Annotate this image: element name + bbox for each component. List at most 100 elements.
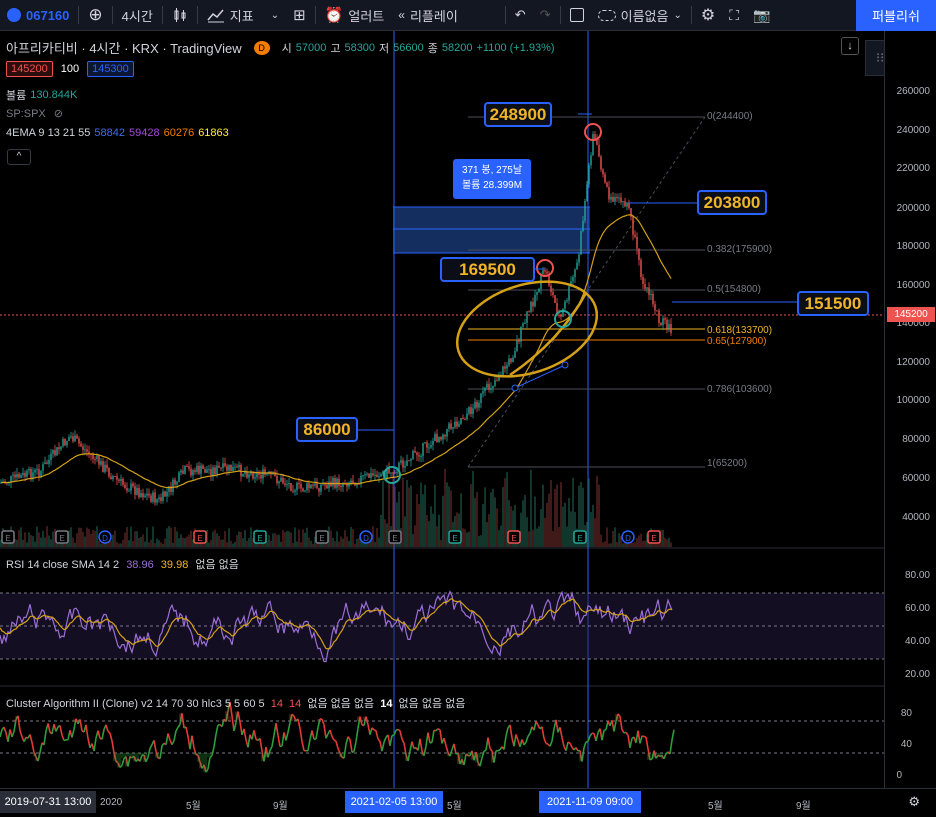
candle-body: [586, 184, 588, 201]
symbol-search[interactable]: 067160: [0, 0, 76, 31]
cluster-segment: [373, 729, 377, 732]
ema-value-2: 59428: [129, 127, 160, 139]
price-callout-169500[interactable]: 169500: [440, 257, 535, 282]
publish-button[interactable]: 퍼블리쉬: [856, 0, 936, 31]
candle-body: [620, 197, 622, 203]
volume-bar: [124, 532, 126, 547]
cluster-segment: [259, 738, 263, 751]
redo-button[interactable]: ↷: [533, 0, 558, 31]
rsi-legend[interactable]: RSI 14 close SMA 14 2 38.96 39.98 없음 없음: [6, 556, 239, 572]
dividend-marker[interactable]: D: [359, 530, 373, 544]
callout-connectors[interactable]: [358, 113, 797, 431]
fullscreen-button[interactable]: ⛶: [722, 0, 746, 31]
volume-bar: [526, 517, 528, 547]
alert-button[interactable]: ⏰ 얼러트: [318, 0, 392, 31]
date-price-range-box[interactable]: [393, 206, 590, 254]
volume-legend[interactable]: 볼륨 130.844K: [6, 87, 77, 103]
candle-body: [640, 259, 642, 278]
earnings-marker[interactable]: E: [388, 530, 402, 544]
rsi-tick: 20.00: [904, 669, 930, 680]
volume-bar: [278, 534, 280, 547]
compare-legend[interactable]: SP:SPX ⊘: [6, 107, 63, 121]
candle-body: [304, 490, 306, 492]
eye-hidden-icon[interactable]: ⊘: [54, 107, 63, 120]
price-tick: 220000: [896, 163, 930, 174]
candle-body: [198, 465, 200, 474]
price-callout-248900[interactable]: 248900: [484, 102, 552, 127]
price-scale[interactable]: 260000 240000 220000 200000 180000 16000…: [884, 31, 936, 788]
candle-body: [466, 413, 468, 420]
cluster-segment: [347, 736, 351, 741]
bid-ask: 145200 100 145300: [6, 61, 134, 77]
trend-handle[interactable]: [511, 384, 519, 392]
volume-bar: [190, 530, 192, 547]
volume-bar: [544, 517, 546, 547]
volume-bar: [48, 535, 50, 547]
bid-price[interactable]: 145200: [6, 61, 53, 77]
volume-bar: [590, 512, 592, 547]
candle-body: [496, 380, 498, 382]
camera-icon: 📷: [753, 6, 771, 23]
snapshot-button[interactable]: 📷: [746, 0, 777, 31]
volume-bar: [232, 543, 234, 547]
candle-body: [266, 473, 268, 475]
chart-type-button[interactable]: [165, 0, 195, 31]
earnings-marker[interactable]: E: [253, 530, 267, 544]
rsi-tick: 80.00: [904, 570, 930, 581]
indicators-button[interactable]: 지표 ⌄: [200, 0, 286, 31]
earnings-marker[interactable]: E: [1, 530, 15, 544]
ema-legend[interactable]: 4EMA 9 13 21 55 58842 59428 60276 61863: [6, 127, 229, 139]
candle-body: [392, 472, 394, 474]
candle-body: [462, 417, 464, 420]
range-info-box[interactable]: 371 봉, 275날 볼륨 28.399M: [453, 159, 531, 199]
time-scale[interactable]: 2019-07-31 13:00 2020 5월 9월 2021-02-05 1…: [0, 788, 936, 817]
chart-canvas[interactable]: E E D E E E D E E E E D E: [0, 31, 884, 788]
undo-button[interactable]: ↶: [508, 0, 533, 31]
earnings-marker[interactable]: E: [448, 530, 462, 544]
candle-body: [136, 487, 138, 495]
price-callout-203800[interactable]: 203800: [697, 190, 767, 215]
earnings-marker[interactable]: E: [507, 530, 521, 544]
cluster-segment: [267, 750, 271, 758]
dividend-marker[interactable]: D: [621, 530, 635, 544]
layout-name-button[interactable]: 이름없음 ⌄: [591, 0, 689, 31]
cluster-tick: 0: [896, 770, 902, 781]
candle-body: [546, 271, 548, 274]
trend-handle[interactable]: [561, 361, 569, 369]
price-tick: 100000: [896, 395, 930, 406]
fullscreen-layout-button[interactable]: [563, 0, 591, 31]
price-callout-86000[interactable]: 86000: [296, 417, 358, 442]
candle-body: [238, 464, 240, 468]
ask-price[interactable]: 145300: [87, 61, 134, 77]
volume-bar: [150, 539, 152, 547]
candle-body: [530, 301, 532, 312]
candle-body: [440, 436, 442, 440]
interval-button[interactable]: 4시간: [115, 0, 160, 31]
earnings-marker[interactable]: E: [315, 530, 329, 544]
earnings-marker[interactable]: E: [647, 530, 661, 544]
volume-bar: [298, 529, 300, 547]
earnings-marker[interactable]: E: [573, 530, 587, 544]
cluster-legend[interactable]: Cluster Algorithm II (Clone) v2 14 70 30…: [6, 695, 465, 711]
volume-bar: [52, 531, 54, 547]
chart-area[interactable]: E E D E E E D E E E E D E 아프리카티비 · 4시간 · KRX · Tradi…: [0, 31, 884, 788]
price-callout-151500[interactable]: 151500: [797, 291, 869, 316]
settings-button[interactable]: ⚙: [694, 0, 722, 31]
collapse-legend-button[interactable]: ^: [7, 149, 31, 165]
candle-body: [262, 469, 264, 479]
scroll-down-button[interactable]: ↓: [841, 37, 859, 55]
square-icon: [569, 8, 584, 22]
dividend-marker[interactable]: D: [98, 530, 112, 544]
templates-button[interactable]: ⊞: [286, 0, 313, 31]
volume-bar: [338, 541, 340, 547]
earnings-marker[interactable]: E: [55, 530, 69, 544]
candle-body: [578, 254, 580, 263]
scale-settings-icon[interactable]: ⚙: [908, 794, 920, 810]
replay-button[interactable]: « 리플레이: [391, 0, 465, 31]
candle-body: [416, 452, 418, 456]
compare-add-button[interactable]: ⊕: [81, 0, 109, 31]
volume-bar: [344, 529, 346, 547]
candle-body: [566, 300, 568, 302]
earnings-marker[interactable]: E: [193, 530, 207, 544]
candle-body: [116, 476, 118, 480]
